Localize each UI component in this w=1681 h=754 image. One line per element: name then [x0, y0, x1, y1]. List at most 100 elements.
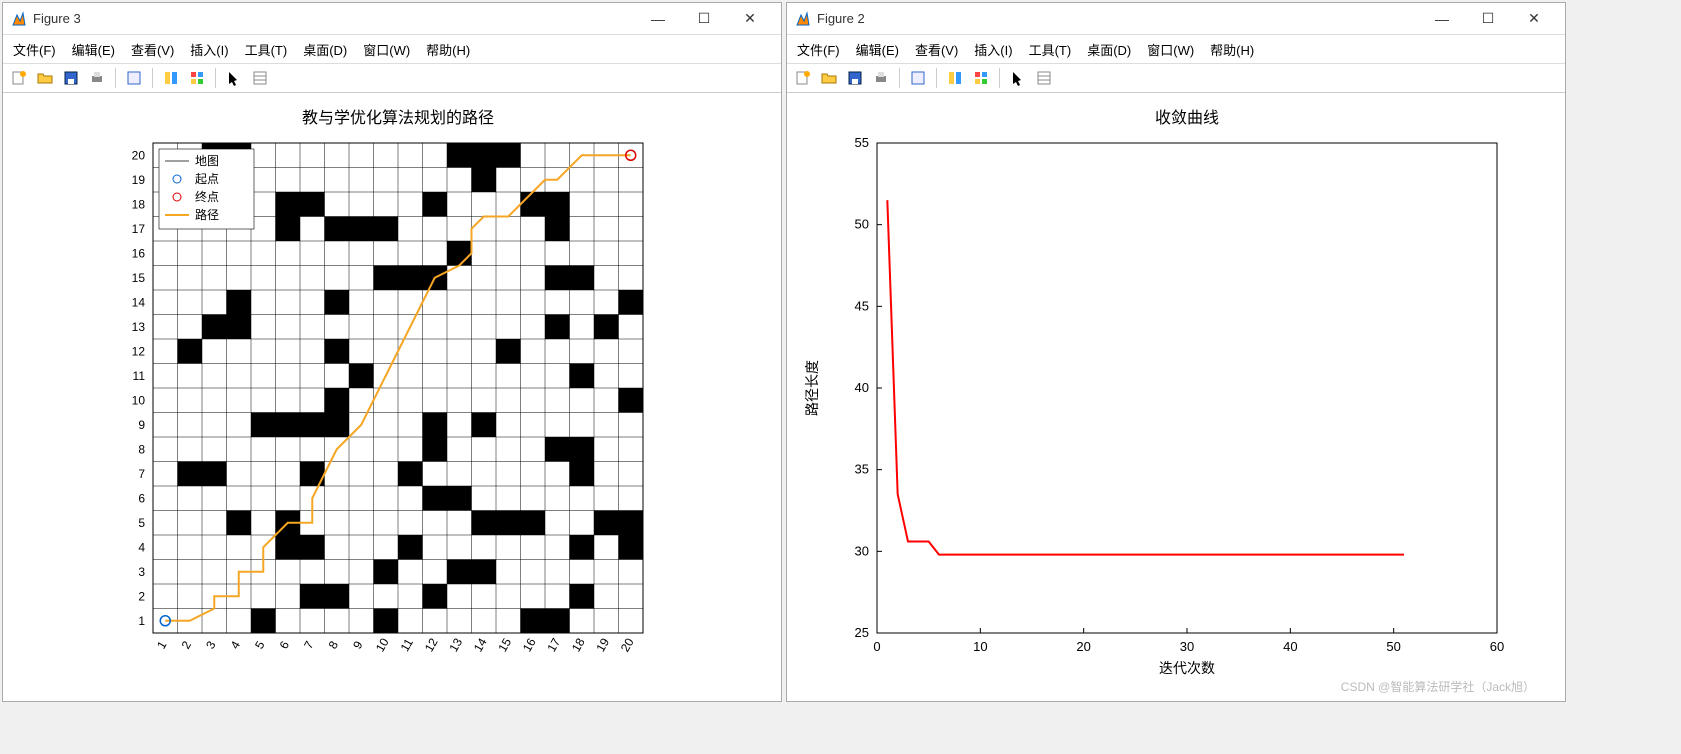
print-preview-icon[interactable]	[906, 66, 930, 90]
menubar: 文件(F) 编辑(E) 查看(V) 插入(I) 工具(T) 桌面(D) 窗口(W…	[787, 35, 1565, 63]
svg-text:14: 14	[471, 635, 490, 654]
svg-text:35: 35	[855, 462, 869, 477]
minimize-button[interactable]: —	[1419, 4, 1465, 34]
svg-text:30: 30	[1180, 639, 1194, 654]
svg-text:40: 40	[855, 380, 869, 395]
svg-text:迭代次数: 迭代次数	[1159, 660, 1215, 676]
svg-text:13: 13	[132, 320, 146, 334]
svg-text:16: 16	[132, 246, 146, 260]
maximize-button[interactable]: ☐	[681, 4, 727, 34]
menu-edit[interactable]: 编辑(E)	[66, 38, 121, 61]
toolbar	[787, 63, 1565, 93]
svg-text:8: 8	[326, 638, 342, 651]
menu-window[interactable]: 窗口(W)	[357, 38, 416, 61]
menu-desktop[interactable]: 桌面(D)	[1081, 38, 1137, 61]
svg-text:50: 50	[855, 217, 869, 232]
print-icon[interactable]	[85, 66, 109, 90]
svg-text:5: 5	[138, 516, 145, 530]
separator	[115, 68, 116, 88]
minimize-button[interactable]: —	[635, 4, 681, 34]
svg-text:路径: 路径	[195, 207, 219, 222]
tile-icon[interactable]	[185, 66, 209, 90]
dock-icon[interactable]	[159, 66, 183, 90]
menu-file[interactable]: 文件(F)	[7, 38, 62, 61]
cursor-icon[interactable]	[1006, 66, 1030, 90]
menu-tools[interactable]: 工具(T)	[239, 38, 294, 61]
print-preview-icon[interactable]	[122, 66, 146, 90]
svg-text:4: 4	[138, 540, 145, 554]
svg-text:9: 9	[138, 418, 145, 432]
svg-text:55: 55	[855, 135, 869, 150]
maximize-button[interactable]: ☐	[1465, 4, 1511, 34]
svg-text:1: 1	[154, 638, 170, 651]
svg-text:50: 50	[1386, 639, 1400, 654]
svg-text:25: 25	[855, 625, 869, 640]
cursor-icon[interactable]	[222, 66, 246, 90]
svg-text:教与学优化算法规划的路径: 教与学优化算法规划的路径	[302, 108, 494, 127]
new-icon[interactable]	[791, 66, 815, 90]
close-button[interactable]: ✕	[727, 4, 773, 34]
open-icon[interactable]	[33, 66, 57, 90]
svg-text:地图: 地图	[195, 154, 219, 168]
toolbar	[3, 63, 781, 93]
menu-window[interactable]: 窗口(W)	[1141, 38, 1200, 61]
matlab-icon	[11, 11, 27, 27]
svg-text:20: 20	[1076, 639, 1090, 654]
svg-text:18: 18	[132, 197, 146, 211]
svg-text:15: 15	[495, 635, 514, 654]
separator	[152, 68, 153, 88]
menu-help[interactable]: 帮助(H)	[420, 38, 476, 61]
menu-view[interactable]: 查看(V)	[125, 38, 180, 61]
menu-file[interactable]: 文件(F)	[791, 38, 846, 61]
svg-text:17: 17	[132, 222, 146, 236]
svg-text:9: 9	[350, 638, 366, 651]
svg-text:7: 7	[138, 467, 145, 481]
menu-desktop[interactable]: 桌面(D)	[297, 38, 353, 61]
window-title: Figure 3	[33, 11, 635, 26]
svg-text:7: 7	[301, 638, 317, 651]
svg-text:30: 30	[855, 543, 869, 558]
svg-text:60: 60	[1490, 639, 1504, 654]
figure-2-window: Figure 2 — ☐ ✕ 文件(F) 编辑(E) 查看(V) 插入(I) 工…	[786, 2, 1566, 702]
print-icon[interactable]	[869, 66, 893, 90]
dock-icon[interactable]	[943, 66, 967, 90]
menu-edit[interactable]: 编辑(E)	[850, 38, 905, 61]
svg-text:13: 13	[446, 635, 465, 654]
svg-text:2: 2	[138, 589, 145, 603]
inspector-icon[interactable]	[1032, 66, 1056, 90]
svg-text:3: 3	[203, 638, 219, 651]
svg-text:17: 17	[544, 635, 563, 654]
matlab-icon	[795, 11, 811, 27]
svg-text:路径长度: 路径长度	[804, 360, 820, 416]
inspector-icon[interactable]	[248, 66, 272, 90]
menu-insert[interactable]: 插入(I)	[968, 38, 1018, 61]
plot-area: 教与学优化算法规划的路径1234567891011121314151617181…	[3, 93, 781, 701]
menu-insert[interactable]: 插入(I)	[184, 38, 234, 61]
plot-area: 收敛曲线010203040506025303540455055迭代次数路径长度 …	[787, 93, 1565, 701]
close-button[interactable]: ✕	[1511, 4, 1557, 34]
open-icon[interactable]	[817, 66, 841, 90]
menu-help[interactable]: 帮助(H)	[1204, 38, 1260, 61]
tile-icon[interactable]	[969, 66, 993, 90]
svg-text:19: 19	[593, 635, 612, 654]
menu-view[interactable]: 查看(V)	[909, 38, 964, 61]
separator	[899, 68, 900, 88]
svg-text:12: 12	[422, 635, 441, 654]
titlebar: Figure 3 — ☐ ✕	[3, 3, 781, 35]
svg-text:0: 0	[873, 639, 880, 654]
svg-text:20: 20	[132, 148, 146, 162]
svg-text:19: 19	[132, 173, 146, 187]
svg-text:12: 12	[132, 344, 146, 358]
svg-text:11: 11	[398, 636, 417, 654]
window-title: Figure 2	[817, 11, 1419, 26]
menu-tools[interactable]: 工具(T)	[1023, 38, 1078, 61]
save-icon[interactable]	[59, 66, 83, 90]
new-icon[interactable]	[7, 66, 31, 90]
svg-text:10: 10	[373, 635, 392, 654]
svg-text:45: 45	[855, 298, 869, 313]
svg-text:3: 3	[138, 565, 145, 579]
figure-3-window: Figure 3 — ☐ ✕ 文件(F) 编辑(E) 查看(V) 插入(I) 工…	[2, 2, 782, 702]
svg-text:5: 5	[252, 638, 268, 651]
save-icon[interactable]	[843, 66, 867, 90]
separator	[936, 68, 937, 88]
